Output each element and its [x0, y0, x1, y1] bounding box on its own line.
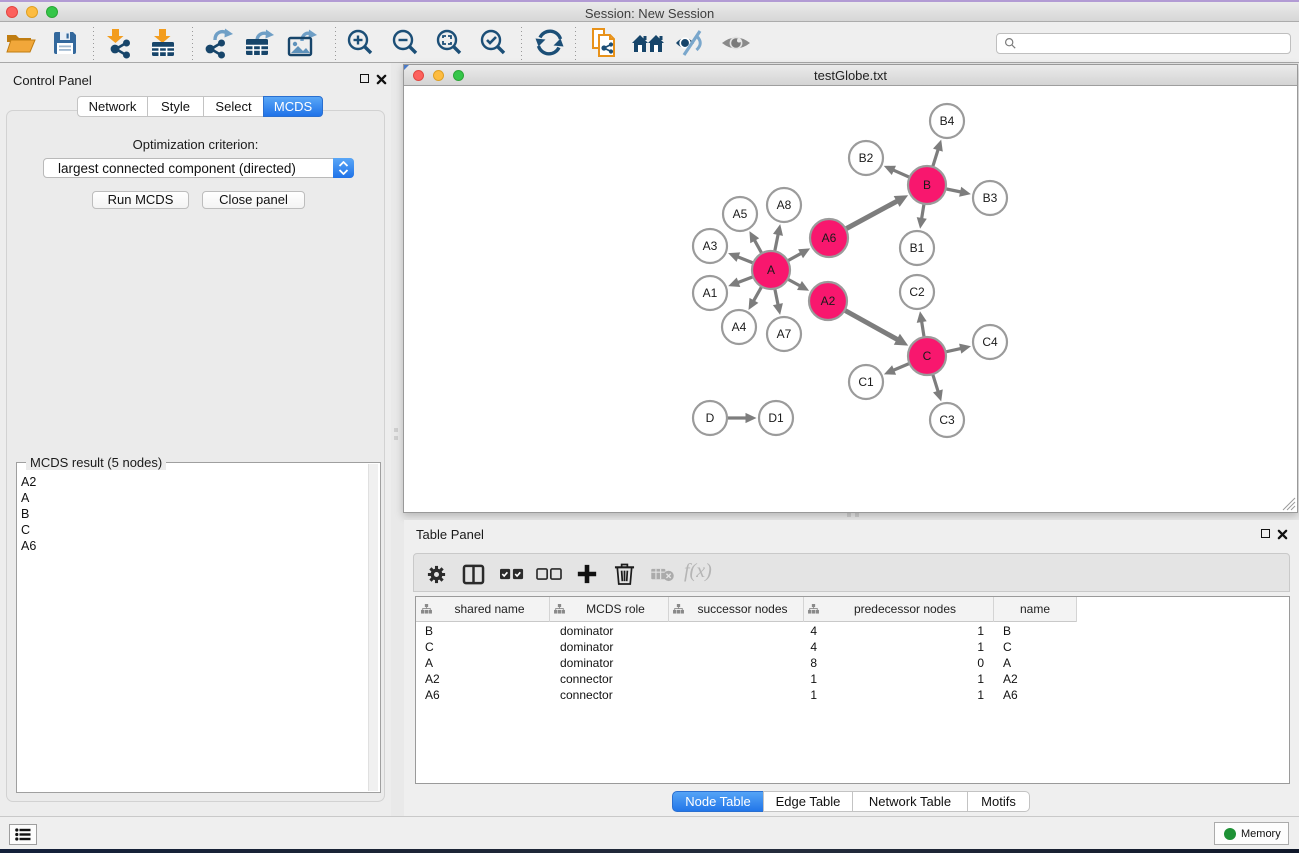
svg-text:D1: D1 — [768, 411, 784, 425]
svg-text:C2: C2 — [909, 285, 925, 299]
svg-text:A7: A7 — [777, 327, 792, 341]
svg-text:C3: C3 — [939, 413, 955, 427]
svg-text:C4: C4 — [982, 335, 998, 349]
svg-text:B2: B2 — [859, 151, 874, 165]
svg-text:A8: A8 — [777, 198, 792, 212]
svg-text:A2: A2 — [821, 294, 836, 308]
svg-text:D: D — [706, 411, 715, 425]
svg-text:A4: A4 — [732, 320, 747, 334]
svg-text:A6: A6 — [822, 231, 837, 245]
svg-text:B1: B1 — [910, 241, 925, 255]
svg-text:B3: B3 — [983, 191, 998, 205]
svg-text:B4: B4 — [940, 114, 955, 128]
svg-text:A1: A1 — [703, 286, 718, 300]
svg-text:A3: A3 — [703, 239, 718, 253]
svg-text:C1: C1 — [858, 375, 874, 389]
svg-text:B: B — [923, 178, 931, 192]
svg-text:A: A — [767, 263, 775, 277]
svg-text:A5: A5 — [733, 207, 748, 221]
svg-text:C: C — [923, 349, 932, 363]
